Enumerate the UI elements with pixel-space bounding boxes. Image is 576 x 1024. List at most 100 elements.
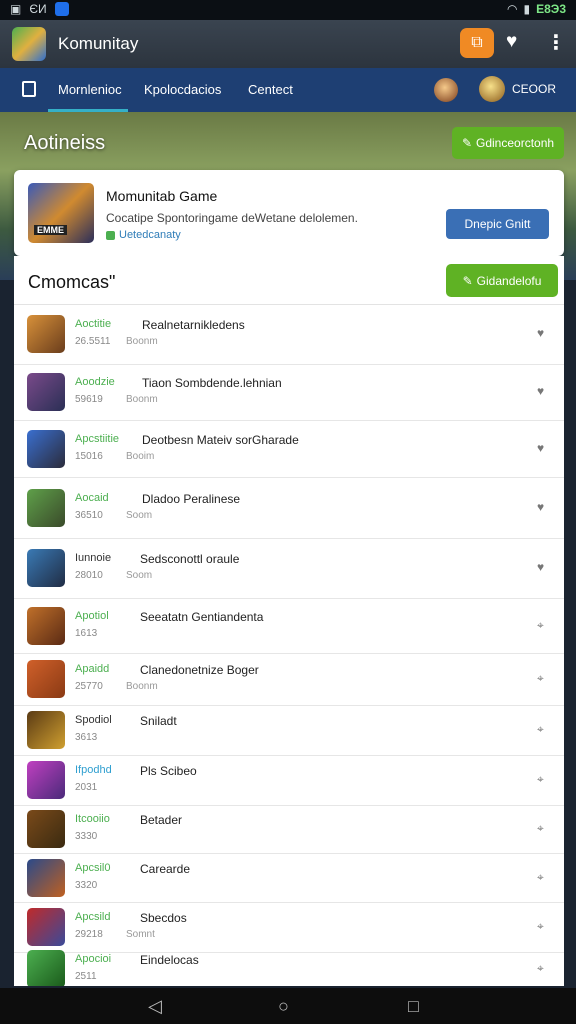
list-item-id: 3613 — [75, 732, 98, 743]
list-item-tag: Apcstiitie — [75, 433, 120, 445]
user-label[interactable]: CEOOR — [512, 82, 556, 96]
list-header-button-label: Gidandelofu — [476, 273, 542, 288]
expand-icon[interactable]: ⌖ — [537, 722, 544, 737]
banner-button[interactable]: ✎ Gdinceorctonh — [452, 127, 564, 159]
avatar[interactable] — [434, 78, 458, 102]
expand-icon[interactable]: ⌖ — [537, 919, 544, 934]
list-item-thumbnail — [27, 810, 65, 848]
list-item[interactable]: Iunnoie Sedsconottl oraule 28010 Soom ♥ — [14, 538, 564, 599]
list-item-title: Dladoo Peralinese — [142, 492, 241, 506]
expand-icon[interactable]: ⌖ — [537, 671, 544, 686]
list-item-thumbnail — [27, 430, 65, 468]
list-item[interactable]: Apcsil0 Carearde 3320 ⌖ — [14, 853, 564, 903]
recent-apps-icon[interactable]: □ — [408, 996, 419, 1017]
list-item[interactable]: Aocaid Dladoo Peralinese 36510 Soom ♥ — [14, 477, 564, 539]
tab-third[interactable]: Centect — [248, 82, 293, 97]
list-item[interactable]: Aoodzie Tiaon Sombdende.lehnian 59619 Boonm… — [14, 364, 564, 421]
list-item[interactable]: Apcstiitie Deotbesn Mateiv sorGharade 1501… — [14, 420, 564, 478]
wifi-icon: ◠ — [507, 2, 518, 16]
status-right: ◠ ▮ E8Э3 — [507, 2, 566, 16]
list-item-tag: Itcooiio — [75, 813, 110, 825]
list-item-subtitle: Somnt — [126, 929, 155, 940]
list-item-id: 59619 — [75, 394, 103, 405]
home-tab-icon[interactable] — [22, 81, 36, 97]
expand-icon[interactable]: ⌖ — [537, 870, 544, 885]
list-item-thumbnail — [27, 859, 65, 897]
list-item-title: Seeatatn Gentiandenta — [140, 610, 264, 624]
list-header-button[interactable]: ✎ Gidandelofu — [446, 264, 558, 297]
list-item-title: Betader — [140, 813, 183, 827]
game-action-button[interactable]: Dnepic Gnitt — [446, 209, 549, 239]
banner-button-label: Gdinceorctonh — [476, 136, 555, 150]
game-description: Cocatipe Spontoringame deWetane deloleme… — [106, 211, 358, 225]
list-item[interactable]: Apocioi Eindelocas 2511 ⌖ — [14, 950, 564, 986]
list-item-title: Pls Scibeo — [140, 764, 197, 778]
notification-icon: ▣ — [10, 2, 22, 16]
list-item-id: 25770 — [75, 681, 103, 692]
tab-first[interactable]: Mornlenioc — [58, 82, 122, 97]
list-item-id: 26.5511 — [75, 336, 111, 347]
list-item-tag: Apcsild — [75, 911, 111, 923]
chevron-down-icon[interactable]: ♥ — [537, 500, 544, 514]
app-notification-icon — [54, 2, 69, 16]
list-item-id: 15016 — [75, 451, 103, 462]
list-item-title: Sbecdos — [140, 911, 187, 925]
edit-icon: ✎ — [462, 273, 473, 288]
list-item-title: Sedsconottl oraule — [140, 552, 240, 566]
list-item-id: 36510 — [75, 510, 103, 521]
list-item[interactable]: Aoctitie Realnetarnikledens 26.5511 Boonm ♥ — [14, 304, 564, 365]
system-nav-bar: ◁ ○ □ — [0, 988, 576, 1024]
chevron-down-icon[interactable]: ♥ — [537, 326, 544, 340]
back-icon[interactable]: ◁ — [148, 996, 162, 1017]
chevron-down-icon[interactable]: ♥ — [537, 384, 544, 398]
list-item-subtitle: Boonm — [126, 336, 158, 347]
list-item[interactable]: Spodiol Sniladt 3613 ⌖ — [14, 705, 564, 756]
chevron-down-icon[interactable]: ♥ — [537, 441, 544, 455]
cast-button[interactable]: ⧉ — [460, 28, 494, 58]
expand-icon[interactable]: ⌖ — [537, 772, 544, 787]
list-item-tag: Aocaid — [75, 492, 109, 504]
expand-icon[interactable]: ⌖ — [537, 618, 544, 633]
list-item-tag: Apotiol — [75, 610, 109, 622]
app-bar: Komunitay ⧉ ♥ ⋮ — [0, 20, 576, 68]
list-item[interactable]: Ifpodhd Pls Scibeo 2031 ⌖ — [14, 755, 564, 806]
list-item[interactable]: Apotiol Seeatatn Gentiandenta 1613 ⌖ — [14, 598, 564, 654]
game-card[interactable]: EMME Momunitab Game Cocatipe Spontoringa… — [14, 170, 564, 256]
game-thumb-label: EMME — [34, 225, 67, 235]
list-item[interactable]: Itcooiio Betader 3330 ⌖ — [14, 805, 564, 854]
list-item-tag: Apcsil0 — [75, 862, 111, 874]
list-item-subtitle: Boonm — [126, 681, 158, 692]
battery-text: E8Э3 — [536, 2, 566, 16]
list-item-tag: Apocioi — [75, 953, 112, 965]
list-item-tag: Aoodzie — [75, 376, 115, 388]
expand-icon[interactable]: ⌖ — [537, 961, 544, 976]
list-item-id: 28010 — [75, 570, 103, 581]
banner-title: Aotineiss — [24, 132, 106, 154]
status-left-text: ЄИ — [29, 2, 47, 16]
list-item-title: Deotbesn Mateiv sorGharade — [142, 433, 299, 447]
status-left: ▣ ЄИ — [10, 2, 69, 16]
tab-second[interactable]: Kpolocdacios — [144, 82, 221, 97]
list-item[interactable]: Apaidd Clanedonetnize Boger 25770 Boonm ⌖ — [14, 653, 564, 706]
more-vert-icon[interactable]: ⋮ — [546, 30, 566, 55]
nav-tabs: Mornlenioc Kpolocdacios Centect CEOOR — [0, 68, 576, 114]
signal-icon: ▮ — [523, 2, 531, 16]
list-item-id: 3320 — [75, 880, 98, 891]
chevron-down-icon[interactable]: ♥ — [537, 560, 544, 574]
list-item-subtitle: Boonm — [126, 394, 158, 405]
list-item-thumbnail — [27, 711, 65, 749]
list-item[interactable]: Apcsild Sbecdos 29218 Somnt ⌖ — [14, 902, 564, 953]
expand-icon[interactable]: ⌖ — [537, 821, 544, 836]
list-item-thumbnail — [27, 908, 65, 946]
list-item-thumbnail — [27, 761, 65, 799]
list-item-title: Tiaon Sombdende.lehnian — [142, 376, 282, 390]
edit-icon: ✎ — [461, 136, 472, 150]
list-item-thumbnail — [27, 373, 65, 411]
app-title: Komunitay — [58, 34, 139, 53]
list-item-thumbnail — [27, 489, 65, 527]
list-item-thumbnail — [27, 315, 65, 353]
user-avatar[interactable] — [479, 76, 505, 102]
heart-icon[interactable]: ♥ — [506, 31, 517, 53]
game-name: Momunitab Game — [106, 188, 218, 204]
home-icon[interactable]: ○ — [278, 996, 289, 1017]
